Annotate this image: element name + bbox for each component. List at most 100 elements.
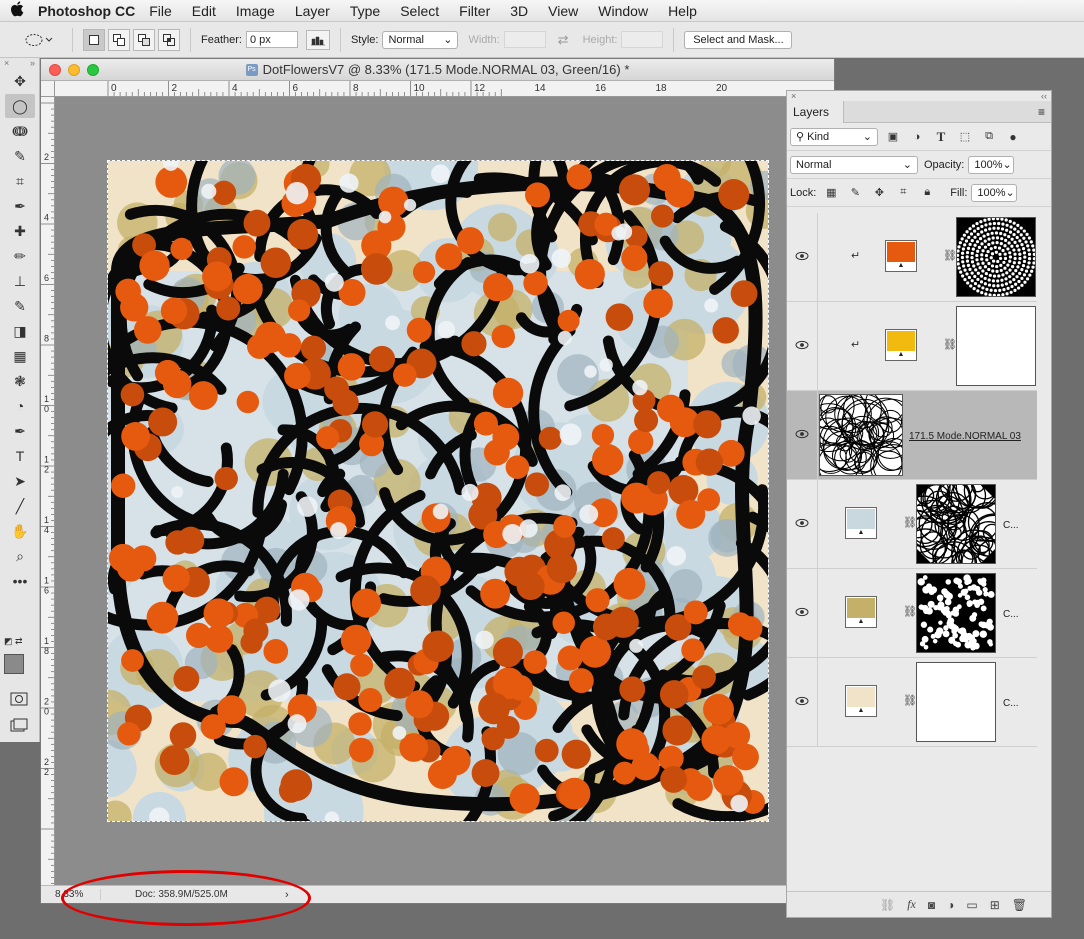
type-filter-icon[interactable]: T bbox=[932, 128, 950, 146]
smart-object-filter-icon[interactable]: ⧉ bbox=[980, 128, 998, 146]
apple-menu-icon[interactable] bbox=[0, 0, 34, 21]
hand-tool[interactable]: ✋ bbox=[5, 519, 35, 543]
zoom-tool[interactable]: ⌕ bbox=[5, 544, 35, 568]
layer-row[interactable]: ▲ ⛓ C... bbox=[787, 658, 1037, 747]
blend-mode-select[interactable]: Normal ⌄ bbox=[790, 155, 918, 174]
lasso-tool[interactable]: ↈ bbox=[5, 119, 35, 143]
ruler-origin[interactable] bbox=[41, 81, 55, 97]
fill-layer-thumbnail[interactable]: ▲ bbox=[885, 329, 917, 361]
menu-help[interactable]: Help bbox=[668, 3, 697, 19]
select-and-mask-button[interactable]: Select and Mask... bbox=[684, 30, 793, 49]
menu-view[interactable]: View bbox=[548, 3, 578, 19]
quick-mask-icon[interactable] bbox=[10, 692, 28, 709]
default-colors-icon[interactable]: ◩ ⇄ bbox=[4, 636, 23, 647]
menu-3d[interactable]: 3D bbox=[510, 3, 528, 19]
line-tool[interactable]: ╱ bbox=[5, 494, 35, 518]
pen-tool[interactable]: ✒ bbox=[5, 419, 35, 443]
new-selection-button[interactable] bbox=[83, 28, 105, 51]
path-selection-tool[interactable]: ➤ bbox=[5, 469, 35, 493]
fill-input[interactable]: 100% ⌄ bbox=[971, 183, 1018, 202]
anti-alias-toggle[interactable] bbox=[305, 29, 330, 50]
link-icon[interactable]: ⛓ bbox=[903, 605, 917, 618]
lock-artboard-icon[interactable]: ⌗ bbox=[894, 184, 912, 202]
app-name[interactable]: Photoshop CC bbox=[38, 3, 135, 19]
panel-menu-icon[interactable]: ≡ bbox=[1038, 105, 1045, 119]
vertical-ruler[interactable]: 2 4 6 8 10 12 14 16 18 20 22 bbox=[41, 97, 55, 885]
filter-toggle-icon[interactable]: ● bbox=[1004, 128, 1022, 146]
delete-layer-trash-icon[interactable]: 🗑︎ bbox=[1012, 898, 1027, 912]
menu-edit[interactable]: Edit bbox=[192, 3, 216, 19]
layer-mask-thumbnail[interactable] bbox=[916, 573, 996, 653]
dodge-tool[interactable]: ◔ bbox=[5, 394, 35, 418]
maximize-window-button[interactable] bbox=[87, 64, 99, 76]
style-select[interactable]: Normal ⌄ bbox=[382, 30, 459, 49]
layer-mask-thumbnail[interactable] bbox=[916, 662, 996, 742]
eyedropper-tool[interactable]: ✒ bbox=[5, 194, 35, 218]
new-adjustment-layer-icon[interactable]: ◑ bbox=[947, 898, 954, 912]
move-tool[interactable]: ✥ bbox=[5, 69, 35, 93]
menu-layer[interactable]: Layer bbox=[295, 3, 330, 19]
menu-filter[interactable]: Filter bbox=[459, 3, 490, 19]
brush-tool[interactable]: ✏ bbox=[5, 244, 35, 268]
clone-stamp-tool[interactable]: ⊥ bbox=[5, 269, 35, 293]
swap-icon[interactable]: ⇄ bbox=[558, 32, 569, 48]
foreground-color-swatch[interactable] bbox=[4, 654, 24, 674]
lock-all-icon[interactable]: 🔒︎ bbox=[918, 184, 936, 202]
menu-file[interactable]: File bbox=[149, 3, 172, 19]
layer-name[interactable]: C... bbox=[1003, 520, 1019, 531]
layer-row[interactable]: ↵ ▲ ⛓ bbox=[787, 213, 1037, 302]
link-icon[interactable]: ⛓ bbox=[943, 338, 957, 351]
menu-image[interactable]: Image bbox=[236, 3, 275, 19]
crop-tool[interactable]: ⌗ bbox=[5, 169, 35, 193]
layer-mask-thumbnail[interactable] bbox=[916, 484, 996, 564]
layer-mask-thumbnail[interactable] bbox=[956, 306, 1036, 386]
layer-mask-thumbnail[interactable] bbox=[956, 217, 1036, 297]
add-mask-icon[interactable]: ◙ bbox=[928, 898, 935, 912]
healing-brush-tool[interactable]: ✚ bbox=[5, 219, 35, 243]
menu-window[interactable]: Window bbox=[598, 3, 648, 19]
quick-selection-tool[interactable]: ✎ bbox=[5, 144, 35, 168]
height-input[interactable] bbox=[621, 31, 664, 48]
lock-position-icon[interactable]: ✥ bbox=[870, 184, 888, 202]
add-to-selection-button[interactable] bbox=[108, 28, 130, 51]
eye-icon[interactable] bbox=[795, 340, 809, 350]
menu-type[interactable]: Type bbox=[350, 3, 380, 19]
blur-tool[interactable]: ❃ bbox=[5, 369, 35, 393]
history-brush-tool[interactable]: ✎ bbox=[5, 294, 35, 318]
eye-icon[interactable] bbox=[795, 607, 809, 617]
shape-filter-icon[interactable]: ⬚ bbox=[956, 128, 974, 146]
new-group-folder-icon[interactable]: ▭ bbox=[966, 898, 977, 912]
gradient-tool[interactable]: ▦ bbox=[5, 344, 35, 368]
fill-layer-thumbnail[interactable]: ▲ bbox=[885, 240, 917, 272]
link-layers-icon[interactable]: ⛓ bbox=[880, 898, 895, 912]
link-icon[interactable]: ⛓ bbox=[903, 694, 917, 707]
canvas-area[interactable] bbox=[31, 97, 838, 885]
link-icon[interactable]: ⛓ bbox=[943, 249, 957, 262]
link-icon[interactable]: ⛓ bbox=[903, 516, 917, 529]
lock-pixels-icon[interactable]: ✎ bbox=[846, 184, 864, 202]
layer-row[interactable]: ↵ ▲ ⛓ bbox=[787, 302, 1037, 391]
width-input[interactable] bbox=[503, 31, 546, 48]
tool-preset-picker[interactable] bbox=[16, 33, 62, 47]
eye-icon[interactable] bbox=[795, 518, 809, 528]
layer-style-fx-icon[interactable]: fx bbox=[907, 897, 916, 912]
layer-row-selected[interactable]: 171.5 Mode.NORMAL 03 bbox=[787, 391, 1037, 480]
edit-toolbar[interactable]: ••• bbox=[5, 569, 35, 593]
adjustment-filter-icon[interactable]: ◑ bbox=[908, 128, 926, 146]
pixel-filter-icon[interactable]: ▣ bbox=[884, 128, 902, 146]
screen-mode-icon[interactable] bbox=[10, 718, 28, 735]
close-icon[interactable]: × bbox=[4, 58, 9, 68]
eye-icon[interactable] bbox=[795, 251, 809, 261]
eye-icon[interactable] bbox=[795, 429, 809, 439]
horizontal-ruler[interactable]: 0 2 4 6 8 10 12 14 16 18 20 bbox=[55, 81, 834, 97]
layer-name[interactable]: C... bbox=[1003, 609, 1019, 620]
close-icon[interactable]: × bbox=[791, 91, 796, 101]
fill-layer-thumbnail[interactable]: ▲ bbox=[845, 685, 877, 717]
collapse-icon[interactable]: » bbox=[30, 58, 35, 68]
layer-row[interactable]: ▲ ⛓ C... bbox=[787, 480, 1037, 569]
layer-thumbnail[interactable] bbox=[819, 394, 903, 476]
fill-layer-thumbnail[interactable]: ▲ bbox=[845, 596, 877, 628]
layer-row[interactable]: ▲ ⛓ C... bbox=[787, 569, 1037, 658]
type-tool[interactable]: T bbox=[5, 444, 35, 468]
new-layer-icon[interactable]: ⊞ bbox=[990, 898, 1000, 912]
